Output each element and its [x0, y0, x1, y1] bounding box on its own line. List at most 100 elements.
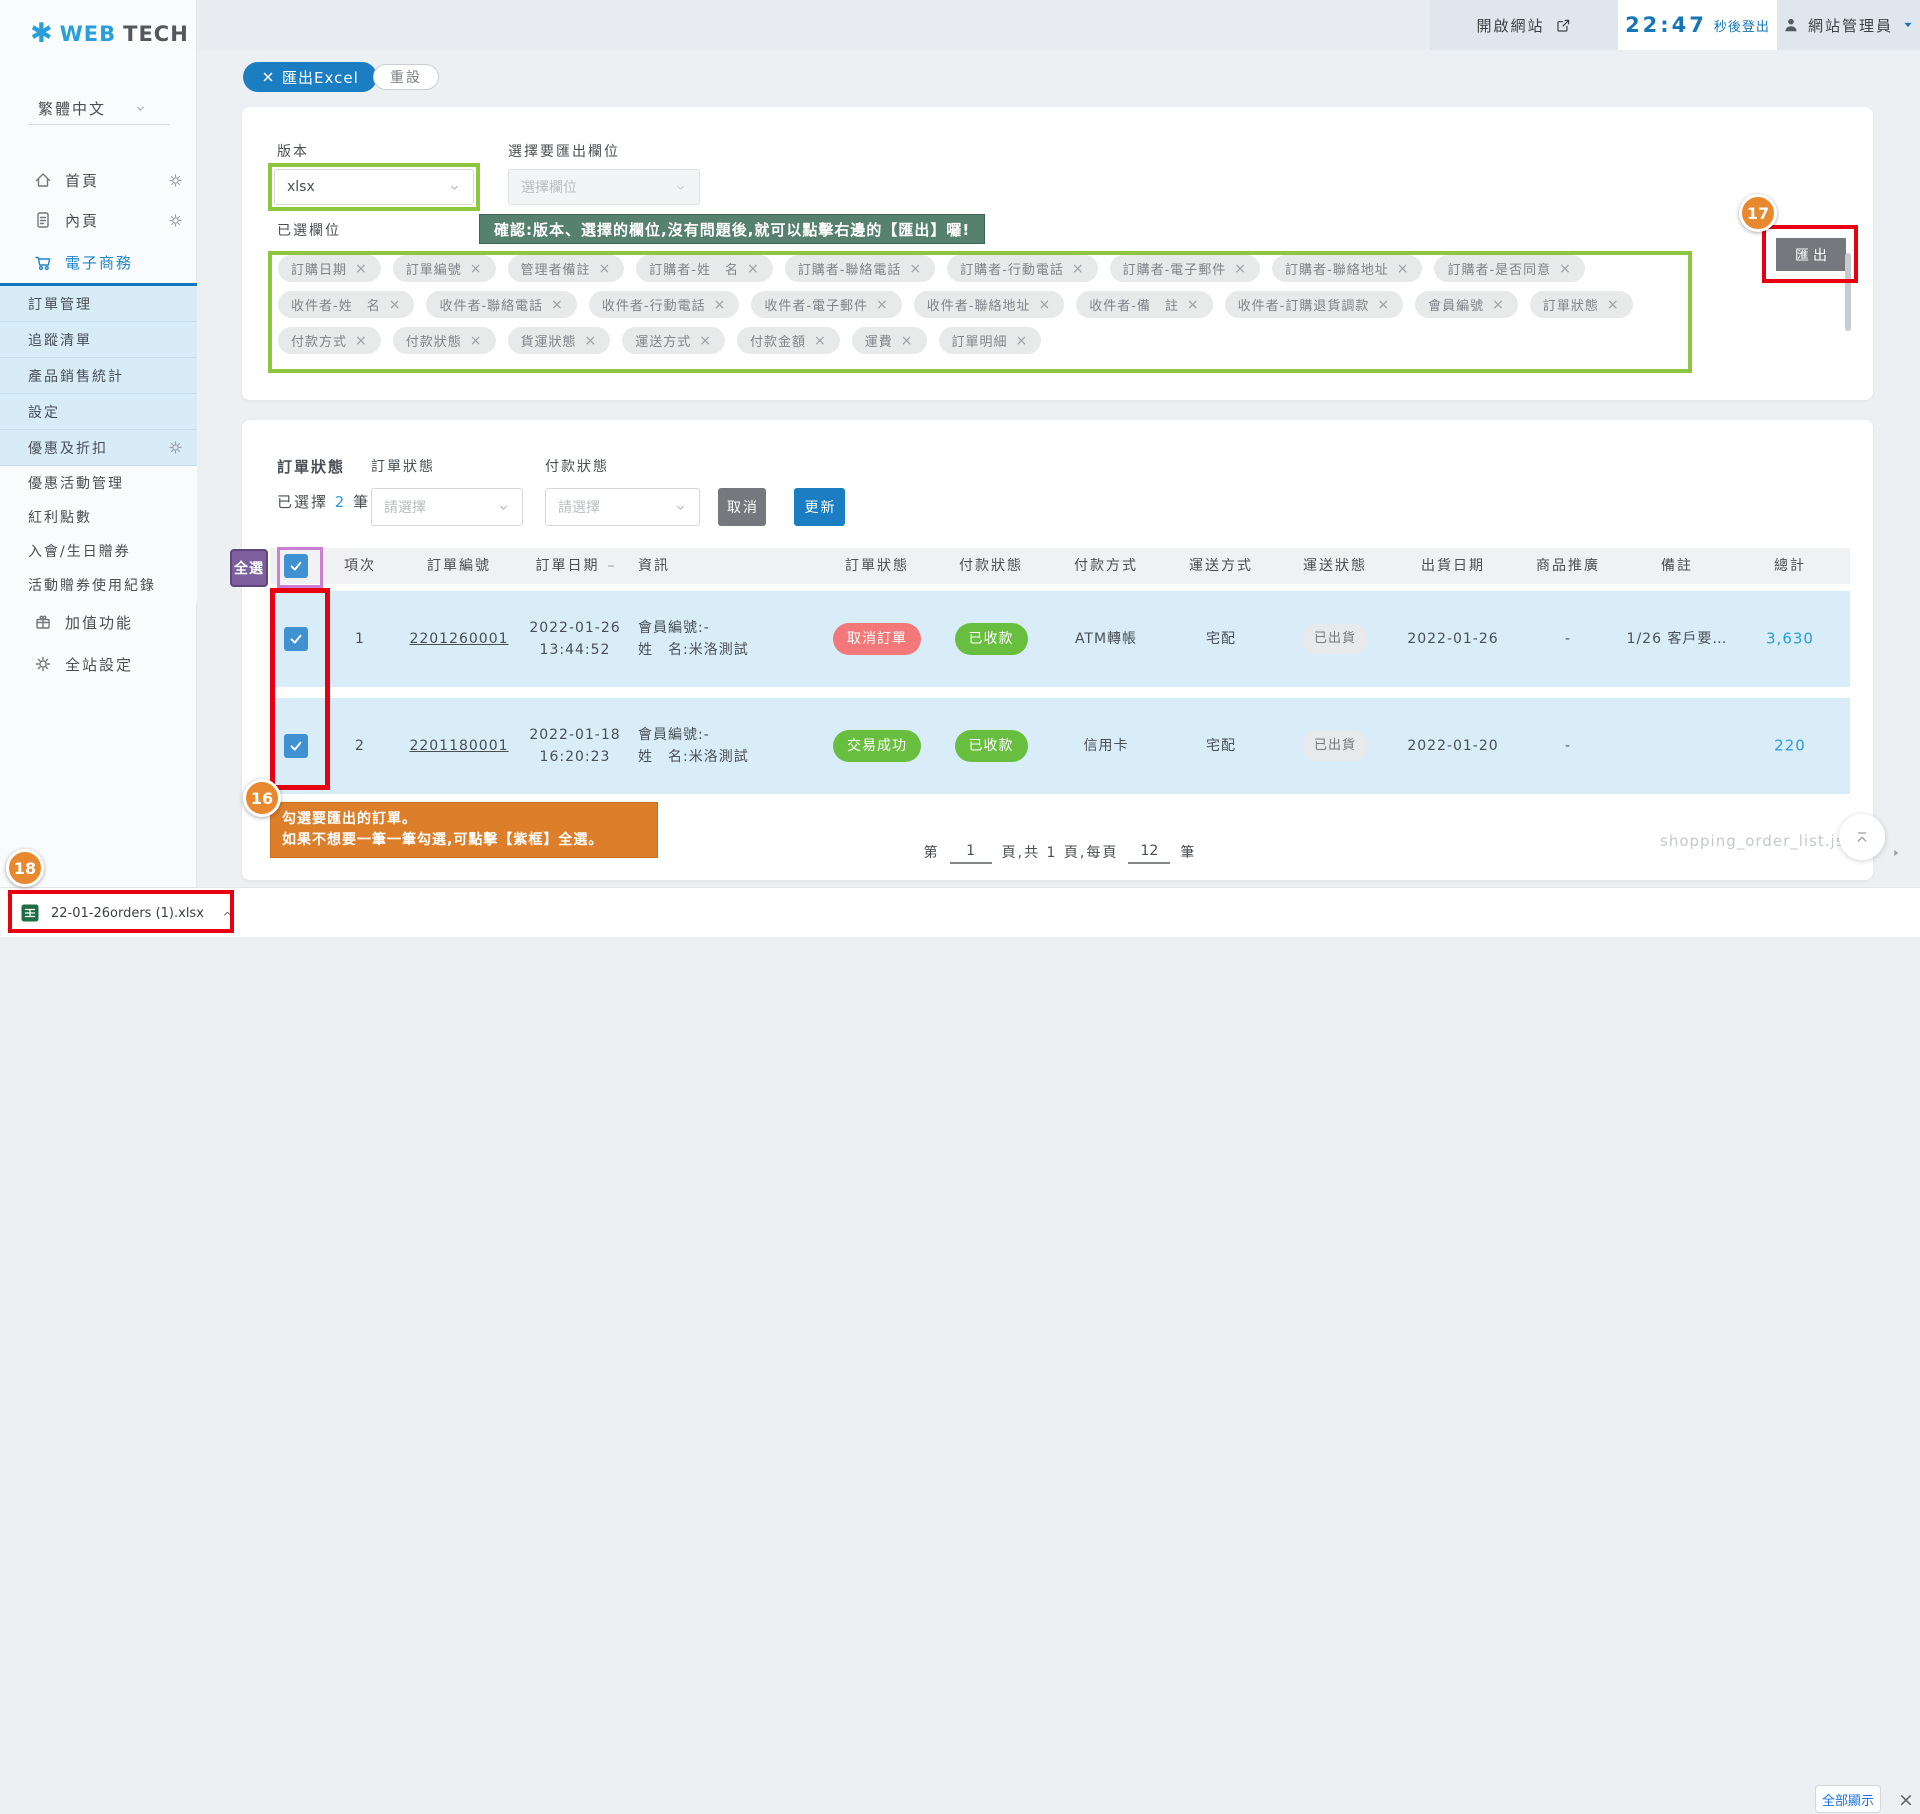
remove-tag-icon[interactable]: ×	[699, 333, 712, 349]
field-tag[interactable]: 付款金額×	[737, 327, 840, 354]
downloaded-file-item[interactable]: 22-01-26orders (1).xlsx	[20, 888, 234, 938]
sidebar-item-12[interactable]: 加值功能	[0, 602, 197, 642]
export-button[interactable]: 匯出	[1776, 238, 1846, 271]
field-tag[interactable]: 管理者備註×	[508, 255, 625, 282]
sidebar-item-10[interactable]: 入會/生日贈券	[0, 534, 197, 568]
sidebar-item-8[interactable]: 優惠活動管理	[0, 466, 197, 500]
field-tag[interactable]: 訂單狀態×	[1530, 291, 1633, 318]
sidebar-item-6[interactable]: 設定	[0, 394, 197, 430]
field-tag[interactable]: 訂購者-姓 名×	[636, 255, 772, 282]
field-tag[interactable]: 訂購者-聯絡電話×	[785, 255, 935, 282]
remove-tag-icon[interactable]: ×	[1377, 297, 1390, 313]
remove-tag-icon[interactable]: ×	[1038, 297, 1051, 313]
remove-tag-icon[interactable]: ×	[599, 261, 612, 277]
chevron-up-icon[interactable]	[221, 907, 234, 920]
field-tag[interactable]: 訂購者-行動電話×	[947, 255, 1097, 282]
field-tag[interactable]: 貨運狀態×	[508, 327, 611, 354]
reset-button[interactable]: 重設	[373, 64, 439, 90]
sidebar-item-9[interactable]: 紅利點數	[0, 500, 197, 534]
divider	[28, 124, 170, 125]
field-tag[interactable]: 收件者-電子郵件×	[751, 291, 901, 318]
remove-tag-icon[interactable]: ×	[355, 333, 368, 349]
admin-menu[interactable]: 網站管理員	[1777, 0, 1920, 50]
page-number-input[interactable]	[950, 840, 992, 864]
update-button[interactable]: 更新	[794, 488, 845, 526]
export-excel-button[interactable]: 匯出Excel	[243, 62, 377, 92]
sidebar-item-1[interactable]: 內頁	[0, 200, 197, 240]
field-tag[interactable]: 訂單明細×	[939, 327, 1042, 354]
remove-tag-icon[interactable]: ×	[1072, 261, 1085, 277]
field-tag[interactable]: 運費×	[852, 327, 927, 354]
field-tag[interactable]: 會員編號×	[1415, 291, 1518, 318]
remove-tag-icon[interactable]: ×	[814, 333, 827, 349]
order-status-select[interactable]: 請選擇	[371, 488, 523, 526]
field-tag[interactable]: 運送方式×	[622, 327, 725, 354]
scrollbar-thumb[interactable]	[1845, 253, 1851, 331]
cancel-button[interactable]: 取消	[718, 488, 766, 526]
remove-tag-icon[interactable]: ×	[714, 297, 727, 313]
order-number-link[interactable]: 2201180001	[409, 738, 508, 754]
open-site-button[interactable]: 開啟網站	[1430, 0, 1618, 50]
remove-tag-icon[interactable]: ×	[1607, 297, 1620, 313]
select-all-checkbox[interactable]	[284, 554, 308, 578]
remove-tag-icon[interactable]: ×	[1559, 261, 1572, 277]
remove-tag-icon[interactable]: ×	[1016, 333, 1029, 349]
remove-tag-icon[interactable]: ×	[355, 261, 368, 277]
sidebar-item-3[interactable]: 訂單管理	[0, 286, 197, 322]
remove-tag-icon[interactable]: ×	[901, 333, 914, 349]
payment-status-select[interactable]: 請選擇	[545, 488, 700, 526]
field-tag[interactable]: 收件者-聯絡電話×	[426, 291, 576, 318]
field-tag[interactable]: 付款狀態×	[393, 327, 496, 354]
sidebar-item-5[interactable]: 產品銷售統計	[0, 358, 197, 394]
scroll-to-top-button[interactable]	[1839, 814, 1885, 860]
remove-tag-icon[interactable]: ×	[389, 297, 402, 313]
fields-select[interactable]: 選擇欄位	[508, 169, 700, 205]
sidebar-item-13[interactable]: 全站設定	[0, 644, 197, 684]
remove-tag-icon[interactable]: ×	[876, 297, 889, 313]
sidebar-item-11[interactable]: 活動贈券使用紀錄	[0, 568, 197, 602]
remove-tag-icon[interactable]: ×	[1187, 297, 1200, 313]
gear-icon[interactable]	[167, 439, 184, 456]
sidebar-item-0[interactable]: 首頁	[0, 160, 197, 200]
version-label: 版本	[277, 141, 309, 161]
field-tag[interactable]: 訂購者-聯絡地址×	[1272, 255, 1422, 282]
remove-tag-icon[interactable]: ×	[1234, 261, 1247, 277]
field-tag[interactable]: 收件者-備 註×	[1076, 291, 1212, 318]
column-header[interactable]: 訂單日期–	[520, 555, 630, 577]
fields-placeholder: 選擇欄位	[521, 177, 577, 197]
per-page-input[interactable]	[1128, 840, 1170, 864]
version-select[interactable]: xlsx	[274, 169, 474, 205]
field-tag[interactable]: 收件者-訂購退貨調款×	[1225, 291, 1403, 318]
row-checkbox[interactable]	[284, 734, 308, 758]
sort-indicator-icon[interactable]: –	[608, 558, 615, 574]
row-checkbox[interactable]	[284, 627, 308, 651]
gear-icon[interactable]	[167, 172, 184, 189]
gear-icon[interactable]	[167, 212, 184, 229]
remove-tag-icon[interactable]: ×	[1492, 297, 1505, 313]
logo[interactable]: ✱ WEB TECH	[30, 20, 189, 47]
field-tag[interactable]: 收件者-行動電話×	[589, 291, 739, 318]
remove-tag-icon[interactable]: ×	[1397, 261, 1410, 277]
remove-tag-icon[interactable]: ×	[470, 333, 483, 349]
field-tag[interactable]: 訂購者-電子郵件×	[1110, 255, 1260, 282]
remove-tag-icon[interactable]: ×	[747, 261, 760, 277]
remove-tag-icon[interactable]: ×	[470, 261, 483, 277]
field-tag[interactable]: 收件者-姓 名×	[278, 291, 414, 318]
order-number-link[interactable]: 2201260001	[409, 631, 508, 647]
sidebar-item-2[interactable]: 電子商務	[0, 242, 197, 286]
sidebar-item-7[interactable]: 優惠及折扣	[0, 430, 197, 466]
language-selector[interactable]: 繁體中文	[38, 98, 147, 119]
sidebar-item-4[interactable]: 追蹤清單	[0, 322, 197, 358]
show-all-downloads-button[interactable]: 全部顯示	[1815, 1785, 1881, 1813]
close-download-bar-icon[interactable]: ×	[1896, 1786, 1916, 1814]
remove-tag-icon[interactable]: ×	[909, 261, 922, 277]
field-tag[interactable]: 付款方式×	[278, 327, 381, 354]
remove-tag-icon[interactable]: ×	[551, 297, 564, 313]
field-tag[interactable]: 訂單編號×	[393, 255, 496, 282]
field-tag[interactable]: 收件者-聯絡地址×	[914, 291, 1064, 318]
remove-tag-icon[interactable]: ×	[585, 333, 598, 349]
field-tag[interactable]: 訂購者-是否同意×	[1434, 255, 1584, 282]
shipping-status-badge: 已出貨	[1303, 731, 1367, 761]
scroll-right-arrow-icon[interactable]	[1890, 847, 1902, 859]
field-tag[interactable]: 訂購日期×	[278, 255, 381, 282]
